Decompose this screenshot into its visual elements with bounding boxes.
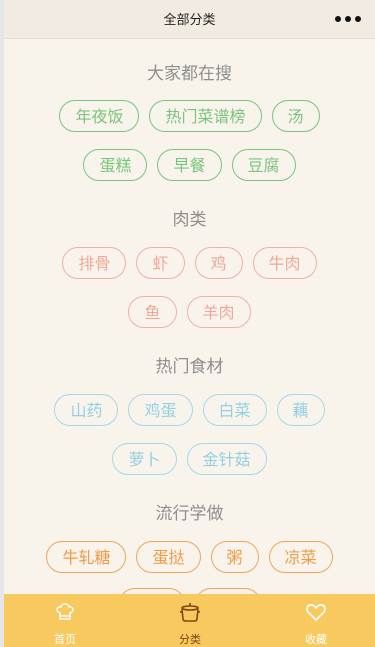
more-options-icon[interactable] <box>335 16 361 22</box>
category-list: 大家都在搜 年夜饭 热门菜谱榜 汤 蛋糕 早餐 豆腐 肉类 排骨 虾 鸡 牛肉 … <box>4 39 375 594</box>
category-tag[interactable]: 排骨 <box>62 247 127 279</box>
section-title: 热门食材 <box>155 357 224 377</box>
category-tag[interactable]: 金针菇 <box>186 443 267 475</box>
category-tag[interactable]: 羊肉 <box>186 296 251 328</box>
category-tag[interactable]: 牛轧糖 <box>46 541 127 573</box>
section-title: 大家都在搜 <box>147 64 232 84</box>
dot <box>345 16 351 22</box>
category-tag[interactable]: 虾 <box>136 247 185 279</box>
tab-favorites[interactable]: 收藏 <box>276 594 356 647</box>
tag-row: 萝卜 金针菇 <box>4 443 375 475</box>
dot <box>335 16 341 22</box>
category-tag[interactable]: 鸡蛋 <box>128 394 193 426</box>
tab-label: 收藏 <box>305 633 327 646</box>
category-tag[interactable]: 萝卜 <box>112 443 177 475</box>
page-title: 全部分类 <box>163 13 216 28</box>
category-tag[interactable]: 藕 <box>276 394 325 426</box>
category-tag[interactable]: 年夜饭 <box>59 100 140 132</box>
category-tag[interactable]: 蛋挞 <box>136 541 201 573</box>
category-tag[interactable]: 豆腐 <box>231 149 296 181</box>
chef-hat-icon <box>56 603 74 620</box>
tag-row: 山药 鸡蛋 白菜 藕 <box>4 394 375 426</box>
category-tag[interactable]: 山药 <box>54 394 119 426</box>
tab-label: 分类 <box>179 633 201 646</box>
category-tag[interactable]: 鸡 <box>194 247 243 279</box>
category-tag[interactable]: 白菜 <box>202 394 267 426</box>
category-tag[interactable]: 粥 <box>210 541 259 573</box>
tab-bar: 首页 分类 收藏 <box>4 594 375 647</box>
category-tag[interactable]: 蛋糕 <box>83 149 148 181</box>
category-tag[interactable]: 鱼 <box>128 296 177 328</box>
section-title: 肉类 <box>172 210 207 230</box>
tab-label: 首页 <box>54 633 76 646</box>
nav-bar: 全部分类 <box>4 0 375 39</box>
tab-home[interactable]: 首页 <box>25 594 105 647</box>
category-tag[interactable]: 热门菜谱榜 <box>149 100 262 132</box>
category-tag[interactable]: 早餐 <box>157 149 222 181</box>
category-tag[interactable]: 凉菜 <box>268 541 333 573</box>
tag-row: 鱼 羊肉 <box>4 296 375 328</box>
tag-row: 蛋糕 早餐 豆腐 <box>4 149 375 181</box>
section-title: 流行学做 <box>155 504 224 524</box>
pot-icon <box>180 603 200 622</box>
tag-row: 牛轧糖 蛋挞 粥 凉菜 <box>4 541 375 573</box>
tab-category[interactable]: 分类 <box>150 594 230 647</box>
heart-icon <box>306 604 326 621</box>
category-tag[interactable]: 汤 <box>271 100 320 132</box>
category-tag[interactable]: 牛肉 <box>252 247 317 279</box>
tag-row: 年夜饭 热门菜谱榜 汤 <box>4 100 375 132</box>
tag-row: 排骨 虾 鸡 牛肉 <box>4 247 375 279</box>
dot <box>355 16 361 22</box>
